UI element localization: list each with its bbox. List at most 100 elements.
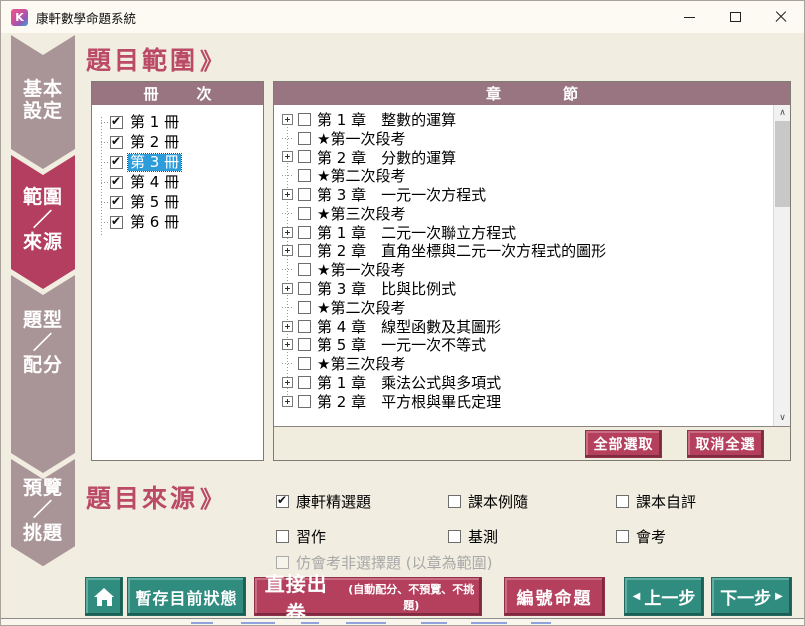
chapter-row[interactable]: 第 5 章 一元一次不等式 [274, 336, 773, 355]
volume-checkbox[interactable]: ✔ [110, 196, 123, 209]
volume-row[interactable]: ✔ 第 6 冊 [92, 212, 263, 232]
expand-plus-icon[interactable] [282, 396, 293, 407]
source-checkbox[interactable] [448, 530, 461, 543]
direct-export-button[interactable]: 直接出卷 (自動配分、不預覽、不挑題) [255, 578, 481, 615]
scrollbar-thumb[interactable] [775, 121, 790, 207]
source-checkbox[interactable] [616, 530, 629, 543]
home-icon [94, 588, 114, 606]
volume-label[interactable]: 第 3 冊 [128, 154, 181, 171]
source-option[interactable]: 習作 [276, 519, 448, 554]
volume-label[interactable]: 第 1 冊 [128, 114, 181, 131]
chapter-checkbox[interactable] [298, 357, 311, 370]
expand-plus-icon[interactable] [282, 114, 293, 125]
chapter-checkbox[interactable] [298, 395, 311, 408]
home-button[interactable] [86, 578, 122, 615]
source-checkbox[interactable] [276, 530, 289, 543]
expand-plus-icon[interactable] [282, 283, 293, 294]
scroll-down-icon[interactable]: ∨ [774, 410, 791, 426]
chapter-checkbox[interactable] [298, 320, 311, 333]
volume-checkbox[interactable]: ✔ [110, 156, 123, 169]
chapter-row[interactable]: ★第一次段考 [274, 260, 773, 279]
volume-checkbox[interactable]: ✔ [110, 216, 123, 229]
source-label: 會考 [636, 526, 666, 547]
sidebar-step-tab[interactable]: 預覽 ／ 挑題 [11, 459, 75, 566]
chapter-checkbox[interactable] [298, 132, 311, 145]
volume-checkbox[interactable]: ✔ [110, 136, 123, 149]
maximize-icon [730, 12, 741, 22]
source-checkbox[interactable]: ✔ [276, 495, 289, 508]
direct-export-label: 直接出卷 [255, 568, 337, 626]
scroll-up-icon[interactable]: ∧ [774, 105, 791, 121]
source-option[interactable]: ✔ 康軒精選題 [276, 484, 448, 519]
chapter-checkbox[interactable] [298, 244, 311, 257]
chapter-checkbox[interactable] [298, 169, 311, 182]
source-checkbox[interactable] [616, 495, 629, 508]
chapter-row[interactable]: 第 4 章 線型函數及其圖形 [274, 317, 773, 336]
volume-row[interactable]: ✔ 第 2 冊 [92, 132, 263, 152]
chapter-row[interactable]: ★第二次段考 [274, 166, 773, 185]
source-option[interactable]: 課本例隨 [448, 484, 616, 519]
previous-step-button[interactable]: ◀ 上一步 [625, 578, 703, 615]
volume-row[interactable]: ✔ 第 5 冊 [92, 192, 263, 212]
volume-checkbox[interactable]: ✔ [110, 176, 123, 189]
chapter-row[interactable]: 第 3 章 一元一次方程式 [274, 185, 773, 204]
chapter-checkbox[interactable] [298, 301, 311, 314]
minimize-button[interactable] [666, 1, 712, 33]
source-option[interactable]: 課本自評 [616, 484, 696, 519]
sidebar-step-tab[interactable]: 範圍 ／ 來源 [11, 155, 75, 289]
volume-label[interactable]: 第 2 冊 [128, 134, 181, 151]
expand-plus-icon[interactable] [282, 245, 293, 256]
expand-plus-icon[interactable] [282, 339, 293, 350]
chapter-row[interactable]: 第 1 章 二元一次聯立方程式 [274, 223, 773, 242]
expand-plus-icon[interactable] [282, 151, 293, 162]
chapter-checkbox[interactable] [298, 282, 311, 295]
chapter-row[interactable]: ★第一次段考 [274, 129, 773, 148]
source-checkbox[interactable] [448, 495, 461, 508]
chapter-checkbox[interactable] [298, 226, 311, 239]
sidebar-step-tab[interactable]: 基本 設定 [11, 35, 75, 169]
source-option[interactable]: 會考 [616, 519, 696, 554]
save-state-button[interactable]: 暫存目前狀態 [128, 578, 245, 615]
volume-label[interactable]: 第 5 冊 [128, 194, 181, 211]
chapter-checkbox[interactable] [298, 150, 311, 163]
expand-plus-icon[interactable] [282, 377, 293, 388]
chapter-row[interactable]: ★第三次段考 [274, 354, 773, 373]
chapter-row[interactable]: 第 3 章 比與比例式 [274, 279, 773, 298]
next-step-button[interactable]: 下一步 ▶ [712, 578, 791, 615]
chapter-checkbox[interactable] [298, 338, 311, 351]
chapter-label[interactable]: 第 2 章 平方根與畢氏定理 [317, 391, 501, 412]
volume-checkbox[interactable]: ✔ [110, 116, 123, 129]
expand-plus-icon[interactable] [282, 189, 293, 200]
tree-stub-line [282, 363, 293, 364]
chapter-checkbox[interactable] [298, 376, 311, 389]
chapter-row[interactable]: 第 2 章 直角坐標與二元一次方程式的圖形 [274, 242, 773, 261]
arrow-right-icon: ▶ [775, 591, 783, 602]
chapter-row[interactable]: 第 2 章 平方根與畢氏定理 [274, 392, 773, 411]
volume-label[interactable]: 第 4 冊 [128, 174, 181, 191]
volume-row[interactable]: ✔ 第 1 冊 [92, 112, 263, 132]
deselect-all-button[interactable]: 取消全選 [688, 431, 763, 457]
chapter-checkbox[interactable] [298, 113, 311, 126]
chapter-row[interactable]: ★第三次段考 [274, 204, 773, 223]
minimize-icon [684, 17, 695, 18]
sidebar-step-tab[interactable]: 題型 ／ 配分 [11, 275, 75, 473]
source-option[interactable]: 基測 [448, 519, 616, 554]
maximize-button[interactable] [712, 1, 758, 33]
volume-row[interactable]: ✔ 第 3 冊 [92, 152, 263, 172]
vertical-scrollbar[interactable]: ∧ ∨ [773, 105, 790, 426]
chapter-row[interactable]: ★第二次段考 [274, 298, 773, 317]
chapter-row[interactable]: 第 1 章 乘法公式與多項式 [274, 373, 773, 392]
expand-plus-icon[interactable] [282, 321, 293, 332]
chapter-row[interactable]: 第 1 章 整數的運算 [274, 110, 773, 129]
chapter-checkbox[interactable] [298, 263, 311, 276]
numbering-button[interactable]: 編號命題 [505, 578, 604, 615]
select-all-button[interactable]: 全部選取 [586, 431, 661, 457]
close-button[interactable] [758, 1, 804, 33]
sidebar-step-label: 預覽 ／ 挑題 [23, 477, 63, 544]
chapter-row[interactable]: 第 2 章 分數的運算 [274, 148, 773, 167]
volume-label[interactable]: 第 6 冊 [128, 214, 181, 231]
chapter-checkbox[interactable] [298, 207, 311, 220]
volume-row[interactable]: ✔ 第 4 冊 [92, 172, 263, 192]
chapter-checkbox[interactable] [298, 188, 311, 201]
expand-plus-icon[interactable] [282, 227, 293, 238]
